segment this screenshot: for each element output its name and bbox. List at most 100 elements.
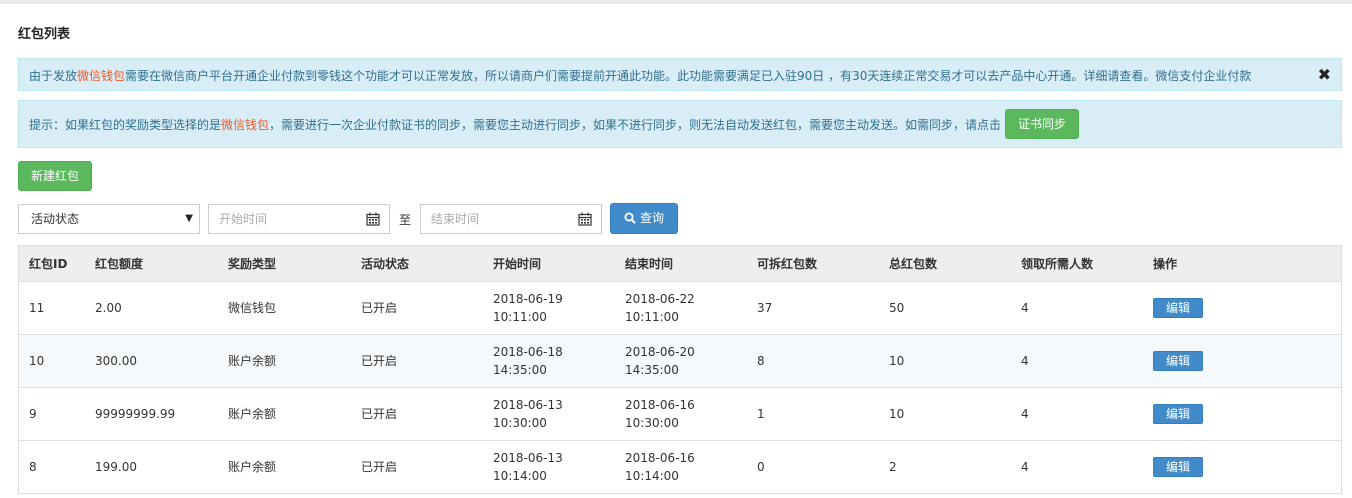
end-date: 2018-06-22 [625, 292, 695, 306]
cell-available: 1 [757, 407, 765, 421]
edit-button[interactable]: 编辑 [1153, 457, 1203, 477]
table-header: 红包ID 红包额度 奖励类型 活动状态 开始时间 结束时间 可拆红包数 总红包数… [19, 246, 1341, 282]
cell-total: 10 [889, 407, 905, 421]
sync-certificate-button[interactable]: 证书同步 [1005, 109, 1080, 139]
start-clock: 10:30:00 [493, 416, 547, 430]
close-icon[interactable]: ✖ [1318, 67, 1331, 83]
cell-status: 已开启 [361, 354, 398, 368]
cell-end-time: 2018-06-22 10:11:00 [625, 282, 695, 334]
cell-required: 4 [1021, 407, 1029, 421]
header-action: 操作 [1153, 256, 1178, 271]
start-clock: 10:11:00 [493, 310, 547, 324]
cell-start-time: 2018-06-18 14:35:00 [493, 335, 563, 387]
cell-start-time: 2018-06-13 10:14:00 [493, 441, 563, 493]
info-alert-sync: 提示：如果红包的奖励类型选择的是 微信钱包 ，需要进行一次企业付款证书的同步，需要您… [18, 100, 1342, 148]
end-date-placeholder: 结束时间 [431, 212, 480, 226]
alert-text-suffix: ，需要进行一次企业付款证书的同步，需要您主动进行同步，如果不进行同步，则无法自动… [269, 117, 1002, 132]
cell-end-time: 2018-06-16 10:30:00 [625, 388, 695, 440]
redpacket-table: 红包ID 红包额度 奖励类型 活动状态 开始时间 结束时间 可拆红包数 总红包数… [18, 245, 1342, 494]
header-start-time: 开始时间 [493, 256, 542, 271]
cell-total: 50 [889, 301, 905, 315]
cell-id: 11 [29, 301, 45, 315]
end-date: 2018-06-20 [625, 345, 695, 359]
cell-reward-type: 账户余额 [228, 407, 277, 421]
new-redpacket-button[interactable]: 新建红包 [18, 161, 92, 191]
start-date-input[interactable]: 开始时间 [208, 204, 390, 234]
cell-required: 4 [1021, 354, 1029, 368]
table-row: 9 99999999.99 账户余额 已开启 2018-06-13 10:30:0… [19, 388, 1341, 441]
header-reward-type: 奖励类型 [228, 256, 277, 271]
header-available: 可拆红包数 [757, 256, 818, 271]
cell-amount: 199.00 [95, 460, 137, 474]
calendar-icon[interactable] [578, 212, 592, 226]
cell-action: 编辑 [1153, 282, 1203, 334]
start-clock: 14:35:00 [493, 363, 547, 377]
end-date-input[interactable]: 结束时间 [420, 204, 602, 234]
cell-end-time: 2018-06-20 14:35:00 [625, 335, 695, 387]
edit-button[interactable]: 编辑 [1153, 298, 1203, 318]
cell-total: 2 [889, 460, 897, 474]
status-select-value: 活动状态 [31, 212, 80, 226]
cell-id: 9 [29, 407, 37, 421]
top-border [0, 0, 1352, 4]
cell-available: 37 [757, 301, 773, 315]
status-select[interactable]: 活动状态 ▼ [18, 204, 200, 234]
cell-start-time: 2018-06-19 10:11:00 [493, 282, 563, 334]
cell-status: 已开启 [361, 460, 398, 474]
start-date: 2018-06-13 [493, 398, 563, 412]
table-row: 10 300.00 账户余额 已开启 2018-06-18 14:35:00 20… [19, 335, 1341, 388]
cell-action: 编辑 [1153, 441, 1203, 493]
end-date: 2018-06-16 [625, 451, 695, 465]
cell-reward-type: 微信钱包 [228, 301, 277, 315]
start-date: 2018-06-18 [493, 345, 563, 359]
table-row: 11 2.00 微信钱包 已开启 2018-06-19 10:11:00 2018… [19, 282, 1341, 335]
alert-text-prefix: 由于发放 [29, 69, 78, 83]
search-icon [624, 212, 636, 224]
cell-reward-type: 账户余额 [228, 354, 277, 368]
start-date-placeholder: 开始时间 [219, 212, 268, 226]
header-status: 活动状态 [361, 256, 410, 271]
date-range-separator: 至 [399, 213, 412, 227]
query-button-label: 查询 [639, 211, 664, 225]
header-end-time: 结束时间 [625, 256, 674, 271]
cell-status: 已开启 [361, 407, 398, 421]
header-id: 红包ID [29, 256, 68, 271]
caret-down-icon: ▼ [185, 213, 193, 224]
cell-total: 10 [889, 354, 905, 368]
start-clock: 10:14:00 [493, 469, 547, 483]
start-date: 2018-06-13 [493, 451, 563, 465]
cell-reward-type: 账户余额 [228, 460, 277, 474]
end-clock: 10:30:00 [625, 416, 679, 430]
header-required: 领取所需人数 [1021, 256, 1094, 271]
cell-available: 0 [757, 460, 765, 474]
cell-action: 编辑 [1153, 388, 1203, 440]
cell-amount: 2.00 [95, 301, 122, 315]
cell-amount: 99999999.99 [95, 407, 176, 421]
alert-highlight: 微信钱包 [77, 69, 126, 83]
table-row: 8 199.00 账户余额 已开启 2018-06-13 10:14:00 201… [19, 441, 1341, 494]
info-alert-wallet: 由于发放微信钱包需要在微信商户平台开通企业付款到零钱这个功能才可以正常发放，所以… [18, 58, 1342, 91]
alert-text-prefix: 提示：如果红包的奖励类型选择的是 [29, 117, 222, 132]
cell-action: 编辑 [1153, 335, 1203, 387]
edit-button[interactable]: 编辑 [1153, 351, 1203, 371]
cell-start-time: 2018-06-13 10:30:00 [493, 388, 563, 440]
cell-available: 8 [757, 354, 765, 368]
cell-required: 4 [1021, 301, 1029, 315]
cell-end-time: 2018-06-16 10:14:00 [625, 441, 695, 493]
cell-amount: 300.00 [95, 354, 137, 368]
end-clock: 10:14:00 [625, 469, 679, 483]
end-clock: 14:35:00 [625, 363, 679, 377]
cell-required: 4 [1021, 460, 1029, 474]
edit-button[interactable]: 编辑 [1153, 404, 1203, 424]
header-amount: 红包额度 [95, 256, 144, 271]
query-button[interactable]: 查询 [610, 203, 678, 234]
page-title: 红包列表 [18, 27, 71, 42]
calendar-icon[interactable] [366, 212, 380, 226]
end-date: 2018-06-16 [625, 398, 695, 412]
end-clock: 10:11:00 [625, 310, 679, 324]
start-date: 2018-06-19 [493, 292, 563, 306]
alert-text-suffix: 需要在微信商户平台开通企业付款到零钱这个功能才可以正常发放，所以请商户们需要提前… [125, 69, 1252, 83]
alert-highlight: 微信钱包 [221, 117, 270, 132]
header-total: 总红包数 [889, 256, 938, 271]
cell-id: 10 [29, 354, 45, 368]
